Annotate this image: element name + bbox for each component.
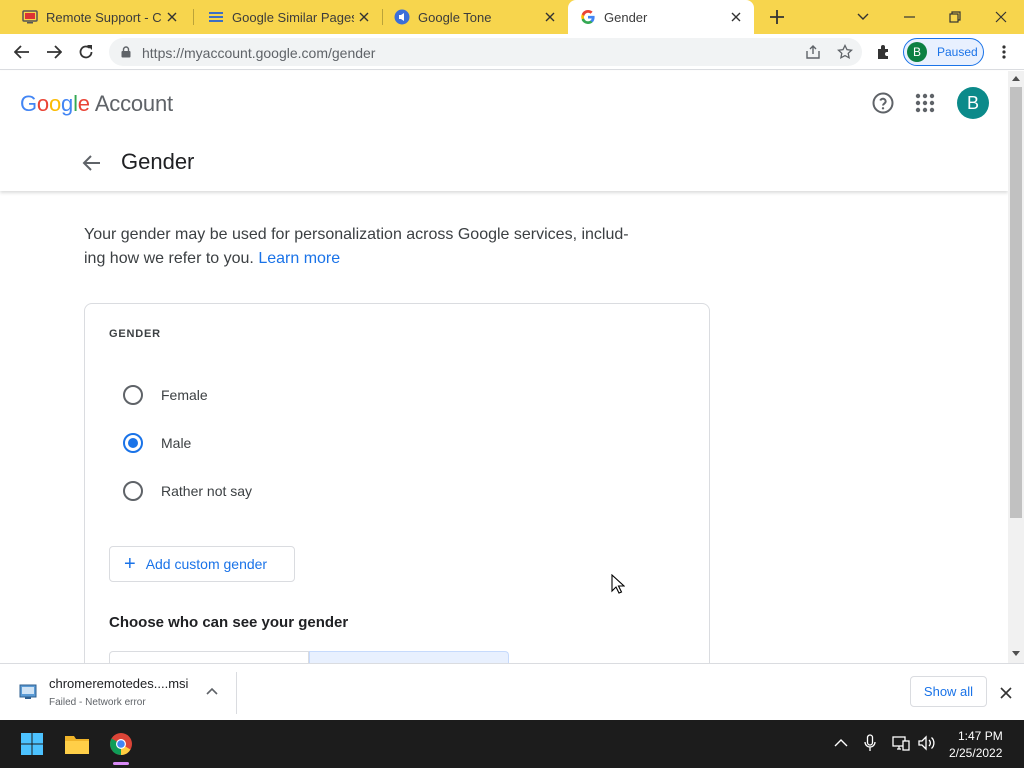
active-app-indicator xyxy=(113,762,129,765)
radio-button[interactable] xyxy=(123,385,143,405)
url-text: https://myaccount.google.com/gender xyxy=(142,45,376,61)
account-header: Google Account B Gender xyxy=(0,71,1008,191)
tab-remote-support[interactable]: Remote Support - Chro xyxy=(0,0,190,34)
radio-option-rather-not-say[interactable]: Rather not say xyxy=(109,471,509,511)
tab-gender[interactable]: Gender xyxy=(568,0,754,34)
browser-menu-button[interactable] xyxy=(990,38,1018,66)
gender-card: GENDER Female Male Rather not say + Add … xyxy=(84,303,710,683)
learn-more-link[interactable]: Learn more xyxy=(258,250,340,267)
close-tab-icon[interactable] xyxy=(162,7,182,27)
close-tab-icon[interactable] xyxy=(726,7,746,27)
windows-taskbar: 1:47 PM 2/25/2022 xyxy=(0,720,1024,768)
reload-icon xyxy=(79,45,93,59)
tab-similar-pages[interactable]: Google Similar Pages xyxy=(186,0,382,34)
apps-grid-icon[interactable] xyxy=(913,91,937,115)
network-icon[interactable] xyxy=(892,735,910,751)
google-logo-wordmark: Google xyxy=(20,91,90,116)
start-button[interactable] xyxy=(16,728,48,760)
account-label: Account xyxy=(94,91,173,116)
reload-button[interactable] xyxy=(72,38,100,66)
clock-date[interactable]: 2/25/2022 xyxy=(949,746,1002,760)
visibility-heading: Choose who can see your gender xyxy=(109,614,349,631)
puzzle-icon xyxy=(878,45,888,59)
file-explorer-button[interactable] xyxy=(61,728,93,760)
google-g-icon xyxy=(580,9,596,25)
minimize-icon xyxy=(903,16,915,18)
address-bar[interactable]: https://myaccount.google.com/gender xyxy=(109,38,862,66)
tab-strip: Remote Support - Chro Google Similar Pag… xyxy=(0,0,1024,34)
tab-title: Remote Support - Chro xyxy=(46,9,162,25)
back-button[interactable] xyxy=(8,38,36,66)
volume-icon[interactable] xyxy=(918,735,936,751)
radio-button[interactable] xyxy=(123,481,143,501)
chrome-icon xyxy=(110,733,132,755)
profile-status-label: Paused xyxy=(937,45,978,59)
close-icon[interactable] xyxy=(996,683,1016,703)
radio-option-male[interactable]: Male xyxy=(109,423,509,463)
card-label: GENDER xyxy=(109,328,161,340)
back-arrow-icon[interactable] xyxy=(80,151,104,175)
add-custom-gender-label: Add custom gender xyxy=(145,556,268,572)
downloads-bar: chromeremotedes....msi Failed - Network … xyxy=(0,663,1024,720)
chevron-up-icon[interactable] xyxy=(204,684,220,700)
page-title: Gender xyxy=(121,149,195,174)
lock-icon xyxy=(121,46,131,58)
tab-title: Google Tone xyxy=(418,9,492,25)
radio-button-selected[interactable] xyxy=(123,433,143,453)
chevron-down-icon xyxy=(857,13,869,20)
bookmark-star-icon[interactable] xyxy=(837,44,853,60)
tab-title: Google Similar Pages xyxy=(232,9,354,25)
radio-label: Female xyxy=(161,387,208,403)
divider xyxy=(236,672,237,714)
close-window-button[interactable] xyxy=(978,0,1024,34)
google-tone-icon xyxy=(394,9,410,25)
show-all-button[interactable]: Show all xyxy=(910,676,987,707)
close-tab-icon[interactable] xyxy=(354,7,374,27)
plus-icon xyxy=(770,10,784,24)
windows-logo-icon xyxy=(21,733,43,755)
clock-time[interactable]: 1:47 PM xyxy=(958,729,1003,743)
scroll-thumb[interactable] xyxy=(1010,87,1022,518)
download-file-name[interactable]: chromeremotedes....msi xyxy=(49,676,188,691)
close-icon xyxy=(995,11,1007,23)
new-tab-button[interactable] xyxy=(765,7,789,27)
chevron-up-icon[interactable] xyxy=(834,736,848,750)
forward-button[interactable] xyxy=(40,38,68,66)
profile-avatar: B xyxy=(907,42,927,62)
chrome-taskbar-button[interactable] xyxy=(105,728,137,765)
installer-file-icon xyxy=(19,684,37,699)
similar-pages-icon xyxy=(208,9,224,25)
tab-search-button[interactable] xyxy=(840,0,886,34)
arrow-left-icon xyxy=(14,45,29,59)
add-custom-gender-button[interactable]: + Add custom gender xyxy=(109,546,295,582)
close-tab-icon[interactable] xyxy=(540,7,560,27)
remote-desktop-icon xyxy=(22,9,38,25)
extensions-button[interactable] xyxy=(870,38,898,66)
folder-icon xyxy=(65,736,89,754)
arrow-right-icon xyxy=(47,45,62,59)
account-avatar[interactable]: B xyxy=(957,87,989,119)
minimize-button[interactable] xyxy=(886,0,932,34)
google-account-logo[interactable]: Google Account xyxy=(20,91,173,117)
tab-title: Gender xyxy=(604,9,648,25)
more-vert-icon xyxy=(1002,45,1006,59)
share-icon[interactable] xyxy=(805,44,821,60)
mouse-cursor-icon xyxy=(611,574,625,594)
browser-toolbar: https://myaccount.google.com/gender B Pa… xyxy=(0,34,1024,70)
radio-option-female[interactable]: Female xyxy=(109,375,509,415)
tab-google-tone[interactable]: Google Tone xyxy=(372,0,568,34)
plus-icon: + xyxy=(124,553,136,575)
description-text: Your gender may be used for personalizat… xyxy=(84,226,629,267)
radio-label: Male xyxy=(161,435,192,451)
profile-paused-button[interactable]: B Paused xyxy=(903,38,984,66)
help-icon[interactable] xyxy=(871,91,895,115)
scroll-up-icon[interactable] xyxy=(1012,75,1020,81)
download-status: Failed - Network error xyxy=(49,697,146,708)
radio-label: Rather not say xyxy=(161,483,253,499)
restore-button[interactable] xyxy=(932,0,978,34)
gender-description: Your gender may be used for personalizat… xyxy=(84,223,644,271)
microphone-icon[interactable] xyxy=(864,734,876,752)
restore-icon xyxy=(949,11,961,23)
scroll-down-icon[interactable] xyxy=(1012,651,1020,657)
